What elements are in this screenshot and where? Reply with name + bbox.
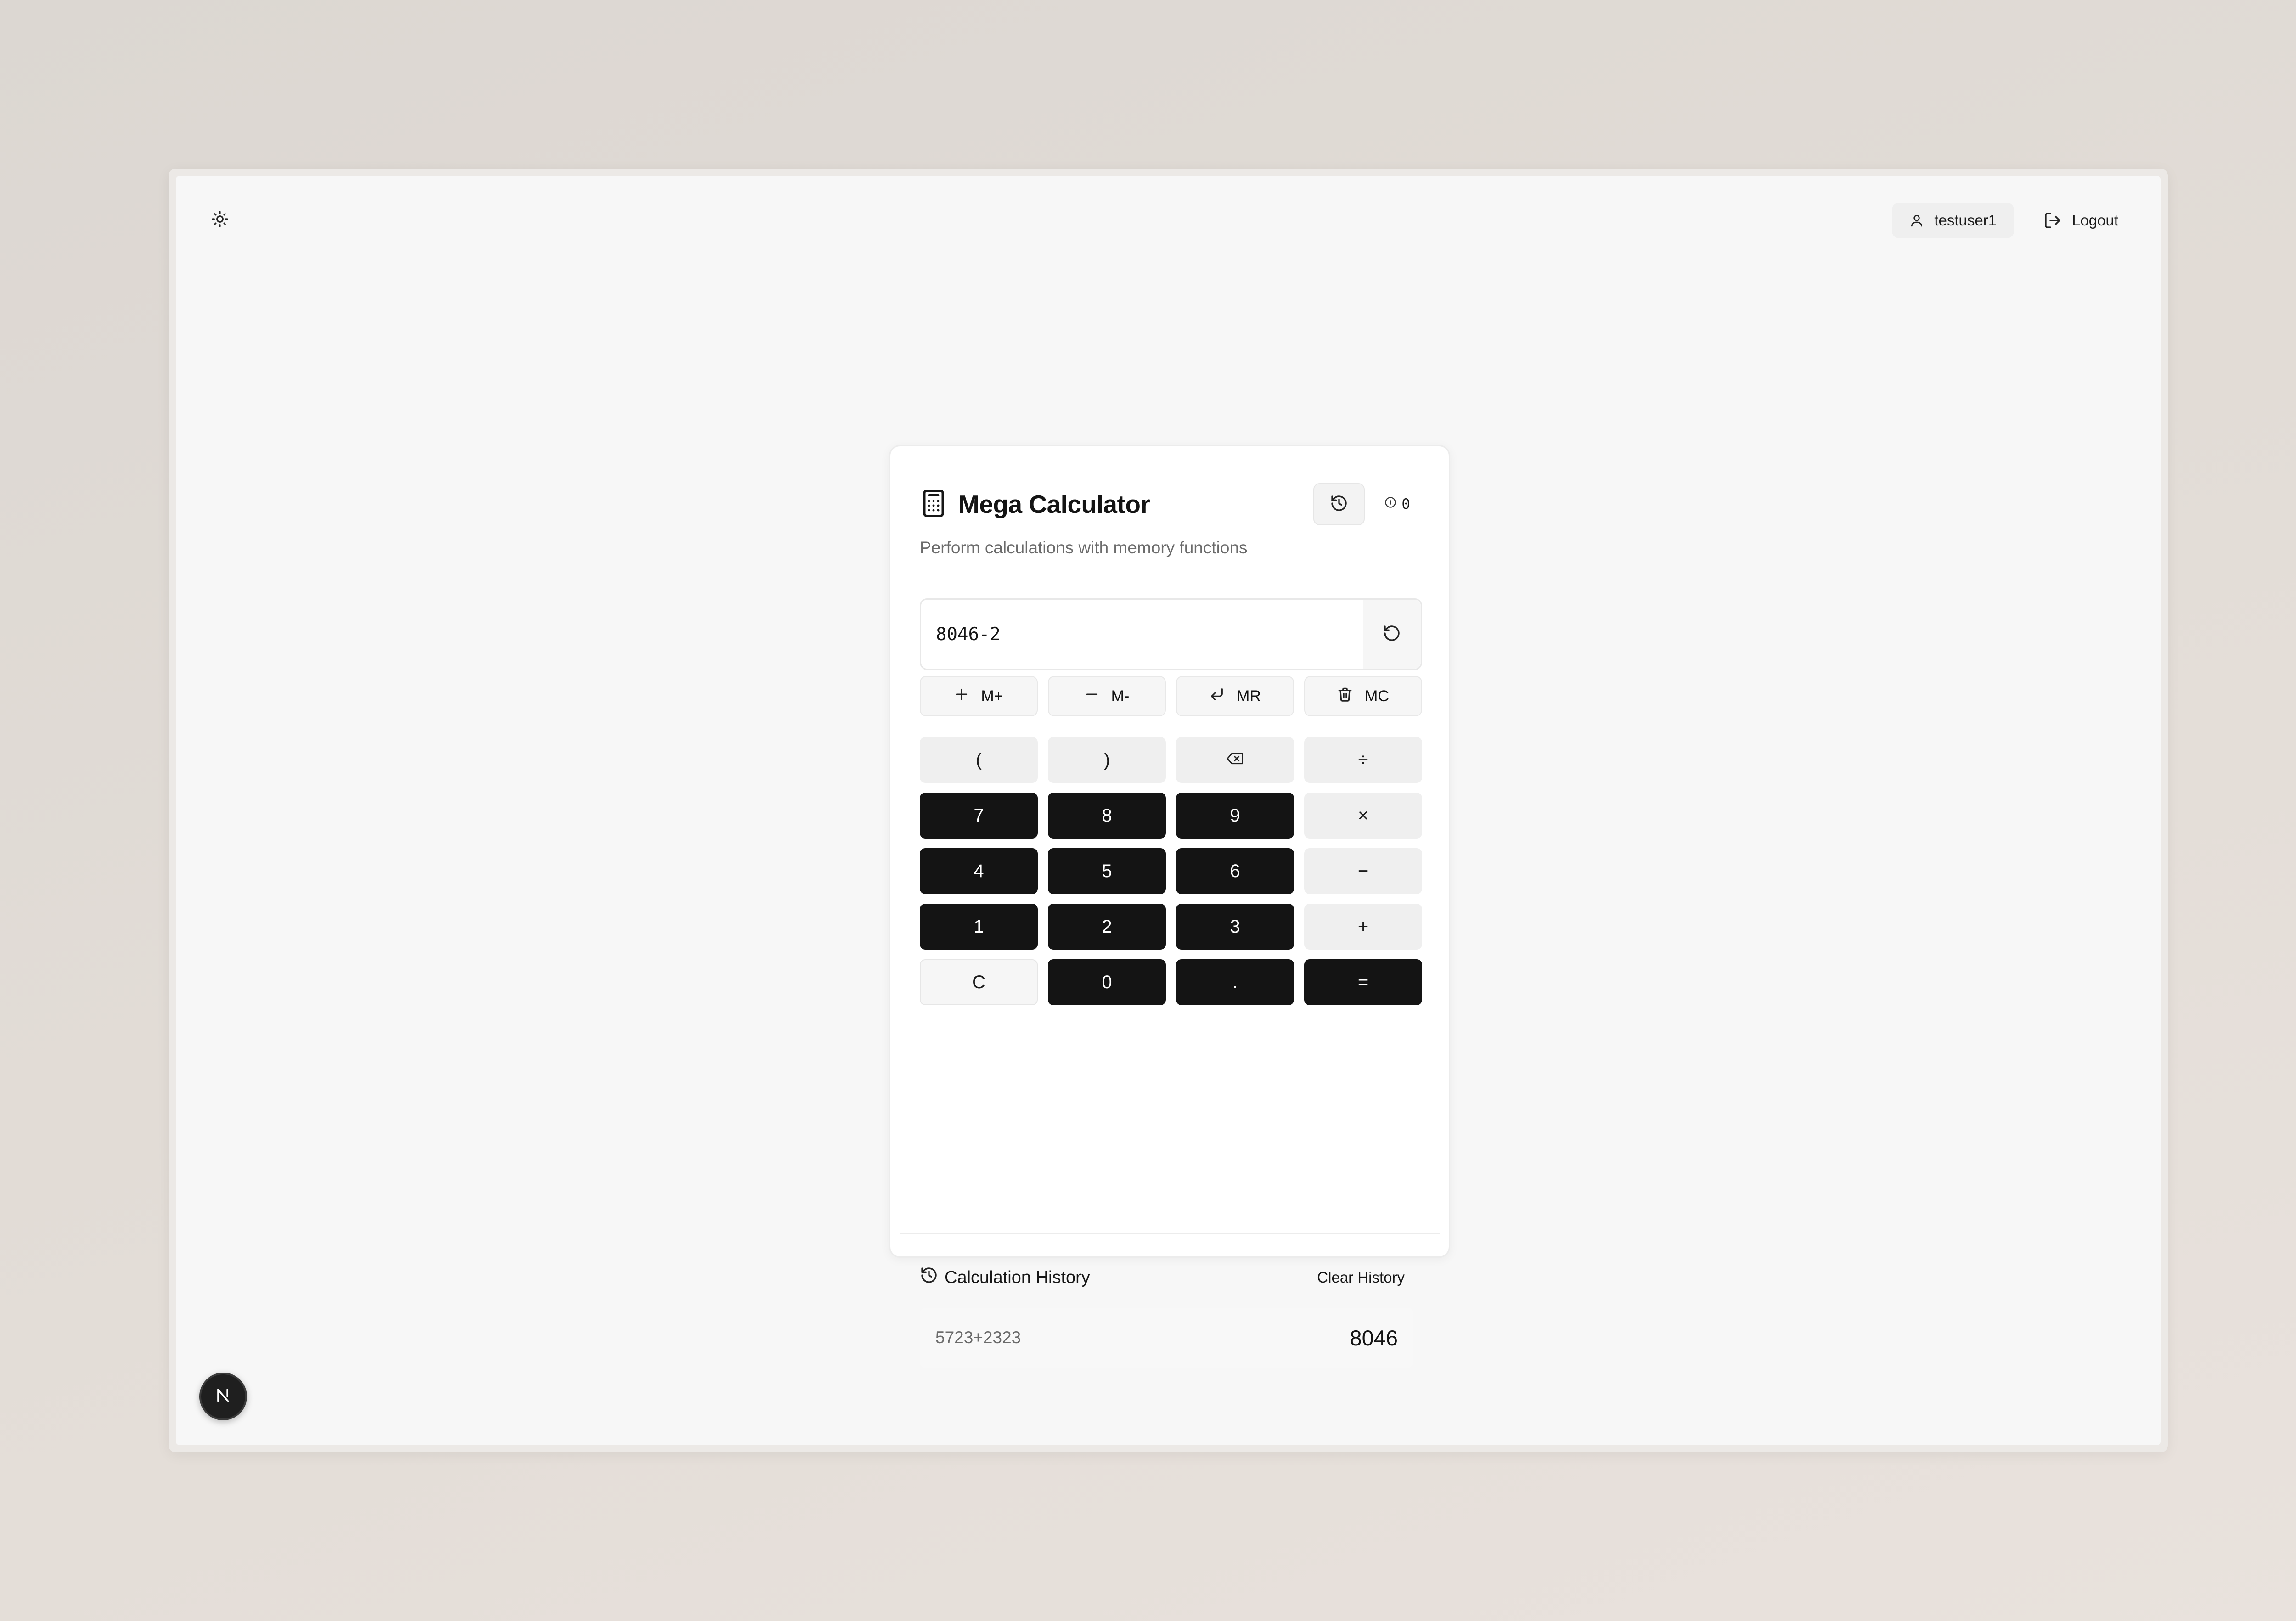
username-label: testuser1 [1934,212,1997,229]
key-decimal[interactable]: . [1176,959,1294,1005]
memory-clear-label: MC [1365,687,1389,705]
backspace-icon [1226,750,1244,771]
trash-icon [1337,687,1353,706]
sun-icon [211,210,229,230]
nextjs-logo-icon [213,1385,233,1408]
memory-add-button[interactable]: M+ [920,676,1038,716]
plus-icon [954,687,969,706]
key-6[interactable]: 6 [1176,848,1294,894]
calculator-title: Mega Calculator [958,490,1150,518]
history-title-label: Calculation History [945,1267,1090,1287]
key-open-paren[interactable]: ( [920,737,1038,783]
key-1[interactable]: 1 [920,904,1038,950]
memory-recall-label: MR [1237,687,1261,705]
history-header: Calculation History Clear History [920,1261,1405,1294]
memory-add-label: M+ [981,687,1003,705]
rotate-ccw-icon [1383,624,1401,645]
calculator-header: Mega Calculator 0 [920,481,1419,527]
key-0[interactable]: 0 [1048,959,1166,1005]
memory-subtract-label: M- [1111,687,1130,705]
key-subtract[interactable]: − [1304,848,1422,894]
key-add[interactable]: + [1304,904,1422,950]
nextjs-dev-badge[interactable] [199,1373,247,1420]
history-result: 8046 [1350,1325,1398,1350]
memory-buttons: M+ M- MR MC [920,676,1422,716]
user-controls: testuser1 Logout [1892,203,2136,238]
key-4[interactable]: 4 [920,848,1038,894]
keypad: ( ) ÷ 7 8 9 × 4 5 6 − 1 2 3 + C 0 . = [920,737,1422,1005]
key-2[interactable]: 2 [1048,904,1166,950]
key-backspace[interactable] [1176,737,1294,783]
memory-value: 0 [1401,496,1410,512]
key-5[interactable]: 5 [1048,848,1166,894]
calculator-icon [920,488,947,521]
history-divider [900,1233,1440,1234]
user-profile-button[interactable]: testuser1 [1892,203,2015,238]
expression-input[interactable] [936,624,1406,645]
key-8[interactable]: 8 [1048,793,1166,839]
key-multiply[interactable]: × [1304,793,1422,839]
memory-subtract-button[interactable]: M- [1048,676,1166,716]
key-close-paren[interactable]: ) [1048,737,1166,783]
calculator-display [920,598,1422,670]
logout-icon [2043,211,2062,230]
history-icon [1330,494,1348,515]
app-viewport: testuser1 Logout Mega Calculator 0 Perfo… [176,176,2161,1445]
memory-recall-button[interactable]: MR [1176,676,1294,716]
browser-window: testuser1 Logout Mega Calculator 0 Perfo… [169,169,2168,1452]
theme-toggle-button[interactable] [207,207,233,233]
key-equals[interactable]: = [1304,959,1422,1005]
history-toggle-button[interactable] [1313,483,1365,525]
minus-icon [1085,687,1099,706]
history-item[interactable]: 5723+2323 8046 [920,1308,1413,1368]
key-7[interactable]: 7 [920,793,1038,839]
memory-indicator: 0 [1375,496,1419,512]
logout-button[interactable]: Logout [2026,203,2136,238]
key-3[interactable]: 3 [1176,904,1294,950]
history-icon [920,1266,938,1289]
clear-history-button[interactable]: Clear History [1317,1269,1405,1286]
reset-expression-button[interactable] [1363,600,1421,669]
calculator-card: Mega Calculator 0 Perform calculations w… [889,445,1450,1368]
return-icon [1209,687,1225,706]
calculator-subtitle: Perform calculations with memory functio… [920,538,1248,557]
memory-clear-button[interactable]: MC [1304,676,1422,716]
info-icon [1384,496,1397,512]
history-title: Calculation History [920,1266,1090,1289]
key-clear[interactable]: C [920,959,1038,1005]
logout-label: Logout [2072,212,2118,229]
history-expression: 5723+2323 [935,1328,1021,1347]
key-9[interactable]: 9 [1176,793,1294,839]
key-divide[interactable]: ÷ [1304,737,1422,783]
user-icon [1909,213,1924,228]
